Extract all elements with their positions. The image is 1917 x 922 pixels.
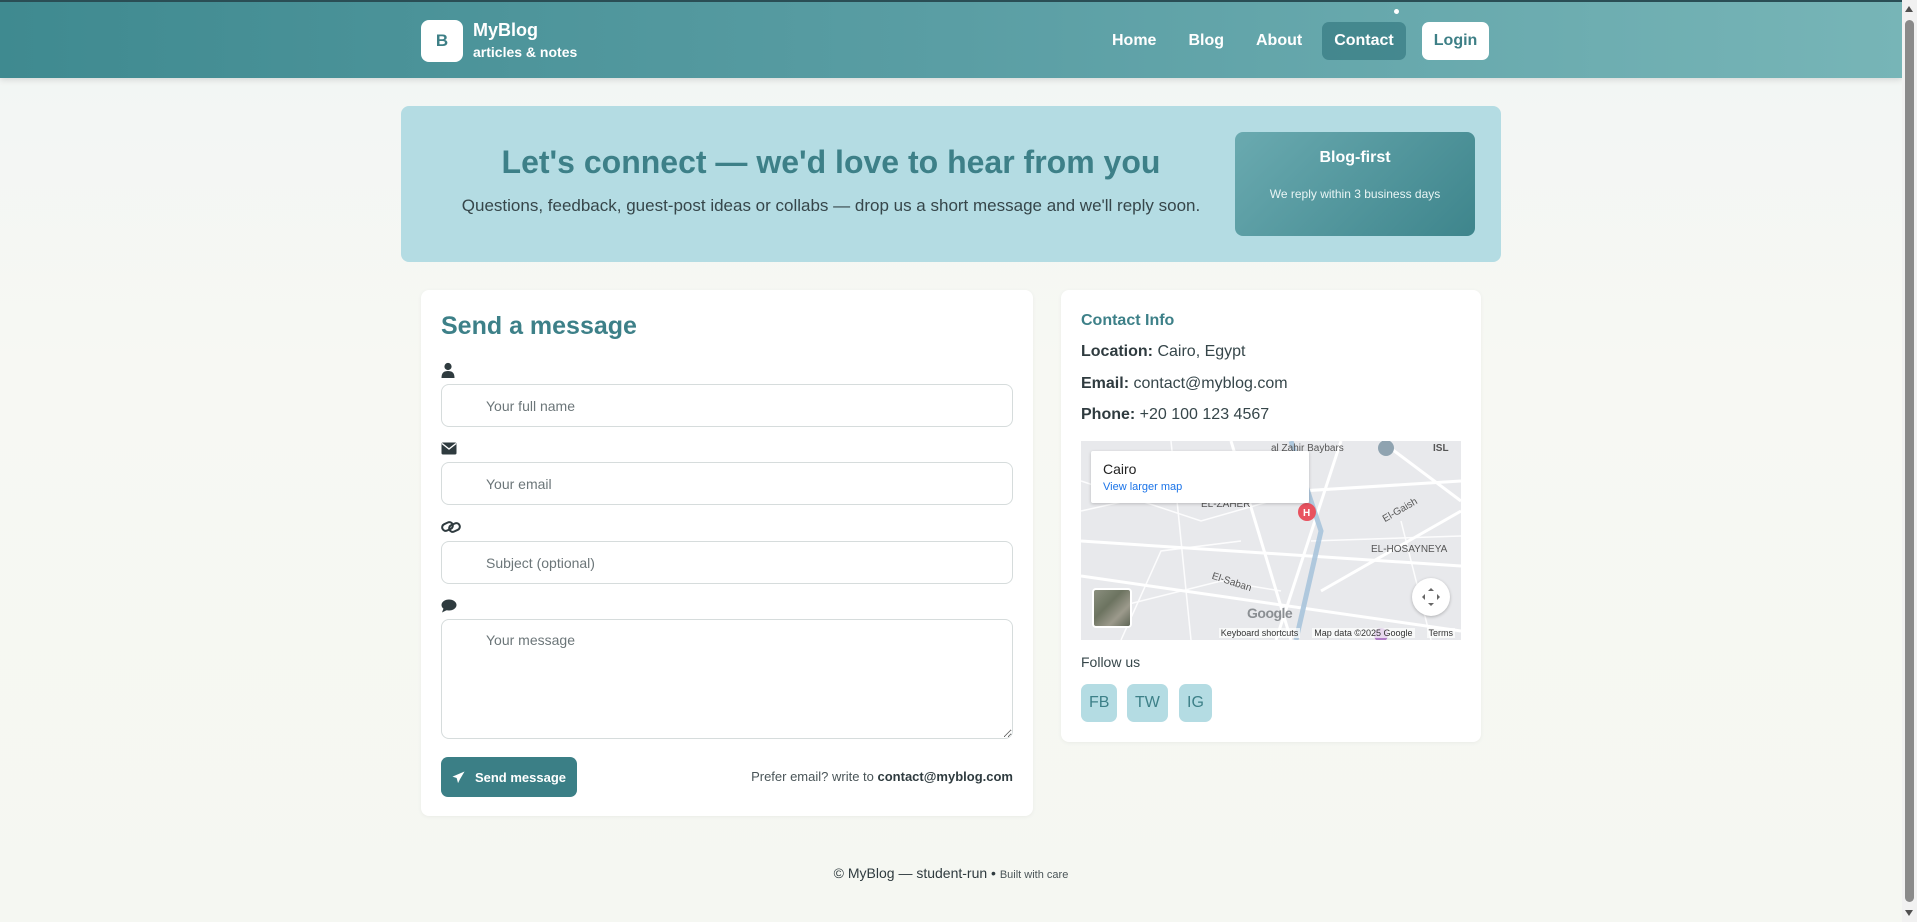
keyboard-shortcuts-link[interactable]: Keyboard shortcuts (1218, 628, 1301, 638)
map-label-isl: ISL (1433, 443, 1449, 454)
footer-built-with: Built with care (999, 869, 1069, 881)
brand[interactable]: B MyBlog articles & notes (421, 19, 577, 63)
map-place-popup: Cairo View larger map (1091, 451, 1309, 503)
email-label: Email: (1081, 375, 1130, 392)
phone-label: Phone: (1081, 406, 1136, 423)
page-footer: © MyBlog — student-run • Built with care (0, 865, 1902, 881)
map-attribution: Keyboard shortcuts Map data ©2025 Google… (1081, 626, 1461, 640)
scrollbar-thumb[interactable] (1905, 20, 1914, 902)
hero-info-card: Blog-first We reply within 3 business da… (1235, 132, 1475, 236)
vertical-scrollbar[interactable] (1902, 0, 1917, 922)
map-label-hosayneya: EL-HOSAYNEYA (1371, 544, 1448, 555)
location-line: Location: Cairo, Egypt (1081, 343, 1246, 361)
hero-subtitle: Questions, feedback, guest-post ideas or… (461, 196, 1201, 215)
location-label: Location: (1081, 343, 1153, 360)
email-line: Email: contact@myblog.com (1081, 375, 1288, 393)
main-nav: Home Blog About Contact Login (1100, 22, 1490, 60)
nav-home-link[interactable]: Home (1100, 22, 1168, 60)
name-input[interactable] (441, 384, 1013, 427)
prefer-email-note: Prefer email? write to contact@myblog.co… (751, 769, 1013, 784)
map-data-text: Map data ©2025 Google (1312, 628, 1415, 638)
google-logo: Google (1247, 605, 1293, 621)
hero-banner: Let's connect — we'd love to hear from y… (401, 106, 1501, 262)
expand-arrows-icon (1422, 588, 1440, 606)
top-navbar: B MyBlog articles & notes Home Blog Abou… (0, 0, 1902, 78)
map-satellite-toggle[interactable] (1092, 588, 1132, 628)
prefer-email-text: Prefer email? write to (751, 769, 874, 784)
terms-link[interactable]: Terms (1426, 628, 1455, 638)
hero-card-title: Blog-first (1319, 149, 1391, 166)
comment-icon (441, 599, 459, 615)
prefer-email-address[interactable]: contact@myblog.com (878, 769, 1013, 784)
contact-info-title: Contact Info (1081, 312, 1175, 329)
login-button[interactable]: Login (1421, 22, 1490, 60)
twitter-link[interactable]: TW (1127, 684, 1168, 722)
brand-text: MyBlog articles & notes (473, 19, 577, 63)
nav-contact-link[interactable]: Contact (1322, 22, 1406, 60)
hero-card-subtitle: We reply within 3 business days (1269, 187, 1441, 201)
facebook-link[interactable]: FB (1081, 684, 1118, 722)
embedded-map[interactable]: H al Zahir Baybars ISL EL-ZAHER El-Gaish… (1081, 441, 1461, 640)
indicator-dot (1394, 9, 1399, 14)
hero-title: Let's connect — we'd love to hear from y… (501, 144, 1161, 180)
map-fullscreen-button[interactable] (1412, 578, 1450, 616)
brand-name[interactable]: MyBlog (473, 19, 577, 41)
brand-logo[interactable]: B (421, 20, 463, 62)
form-title: Send a message (441, 312, 637, 340)
contact-form-card: Send a message Send message Prefer email… (421, 290, 1033, 816)
subject-input[interactable] (441, 541, 1013, 584)
paper-plane-icon (452, 770, 465, 783)
map-place-name: Cairo (1103, 461, 1137, 477)
nav-blog-link[interactable]: Blog (1176, 22, 1236, 60)
email-input[interactable] (441, 462, 1013, 505)
scroll-down-arrow[interactable] (1905, 910, 1913, 916)
envelope-icon (441, 442, 459, 458)
follow-us-label: Follow us (1081, 654, 1141, 670)
footer-copyright: © MyBlog — student-run • (833, 865, 996, 881)
send-message-label: Send message (474, 769, 567, 785)
email-value[interactable]: contact@myblog.com (1133, 375, 1287, 392)
scroll-up-arrow[interactable] (1905, 6, 1913, 12)
message-textarea[interactable] (441, 619, 1013, 739)
instagram-link[interactable]: IG (1179, 684, 1212, 722)
view-larger-map-link[interactable]: View larger map (1103, 481, 1182, 493)
brand-tagline: articles & notes (473, 44, 578, 60)
contact-info-card: Contact Info Location: Cairo, Egypt Emai… (1061, 290, 1481, 742)
link-icon (441, 520, 461, 536)
svg-text:H: H (1303, 508, 1310, 519)
phone-value[interactable]: +20 100 123 4567 (1140, 406, 1269, 423)
location-value: Cairo, Egypt (1157, 343, 1246, 360)
send-message-button[interactable]: Send message (441, 757, 577, 797)
phone-line: Phone: +20 100 123 4567 (1081, 406, 1269, 424)
nav-about-link[interactable]: About (1244, 22, 1314, 60)
user-icon (441, 362, 459, 378)
